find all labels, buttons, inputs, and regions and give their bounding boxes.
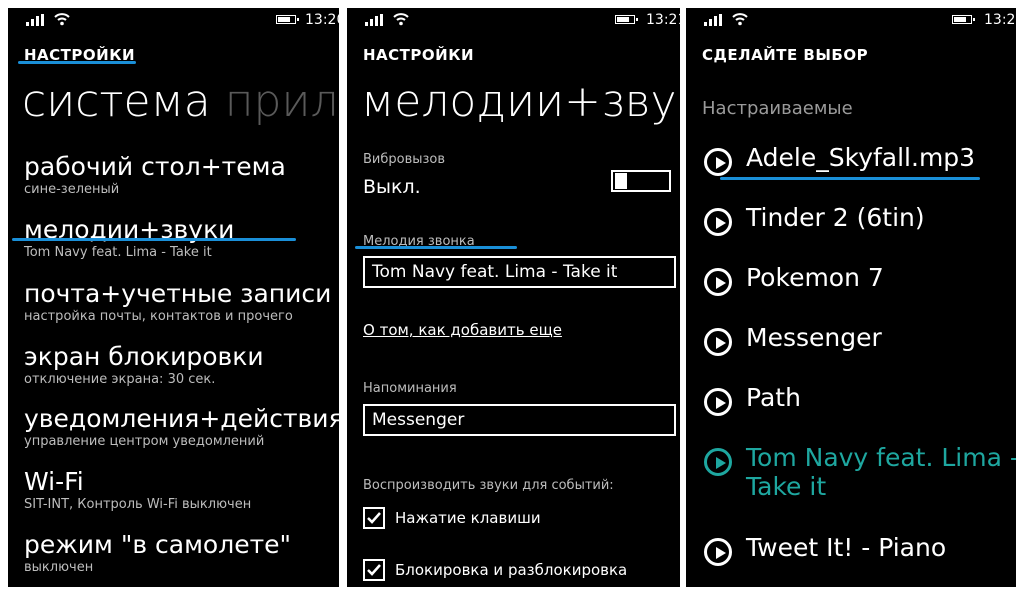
item-subtitle: отключение экрана: 30 сек. (24, 371, 216, 387)
item-subtitle: управление центром уведомлений (24, 433, 265, 449)
settings-system-screen: 13:20 НАСТРОЙКИ система прил рабочий сто… (8, 8, 339, 587)
section-custom: Настраиваемые (702, 98, 853, 119)
status-bar: 13:20 (8, 8, 339, 32)
tone-name: Tinder 2 (6tin) (746, 203, 925, 232)
signal-icon (365, 14, 387, 26)
settings-item-airplane-mode[interactable]: режим "в самолете" выключен (24, 531, 291, 575)
item-subtitle: Tom Navy feat. Lima - Take it (24, 244, 212, 260)
tone-name: Messenger (746, 323, 882, 352)
play-icon[interactable] (704, 208, 732, 236)
play-sounds-label: Воспроизводить звуки для событий: (363, 478, 614, 493)
tone-name-line2: Take it (746, 471, 827, 501)
play-icon[interactable] (704, 328, 732, 356)
settings-item-email-accounts[interactable]: почта+учетные записи настройка почты, ко… (24, 280, 331, 324)
wifi-icon (393, 13, 409, 26)
tone-name: Pokemon 7 (746, 263, 884, 292)
battery-icon (276, 15, 299, 24)
toggle-thumb (615, 173, 627, 189)
highlight-underline (355, 246, 517, 249)
checkmark-icon (367, 564, 381, 576)
item-title: режим "в самолете" (24, 530, 292, 559)
settings-item-lock-screen[interactable]: экран блокировки отключение экрана: 30 с… (24, 343, 264, 387)
pivot-system[interactable]: система (22, 76, 211, 127)
status-bar: 13:21 (686, 8, 1016, 32)
item-title: рабочий стол+тема (24, 152, 286, 181)
choose-ringtone-screen: 13:21 СДЕЛАЙТЕ ВЫБОР Настраиваемые Adele… (686, 8, 1016, 587)
tone-name: Path (746, 383, 801, 412)
item-subtitle: настройка почты, контактов и прочего (24, 308, 293, 324)
clock: 13:20 (305, 12, 339, 28)
item-title: экран блокировки (24, 342, 264, 371)
clock: 13:21 (646, 12, 680, 28)
play-icon[interactable] (704, 268, 732, 296)
wifi-icon (732, 13, 748, 26)
page-header: СДЕЛАЙТЕ ВЫБОР (702, 46, 869, 64)
item-subtitle: сине-зеленый (24, 181, 120, 197)
signal-icon (704, 14, 726, 26)
wifi-icon (54, 13, 70, 26)
status-bar: 13:21 (347, 8, 680, 32)
lock-unlock-label[interactable]: Блокировка и разблокировка (395, 561, 627, 579)
ringtones-sounds-screen: 13:21 НАСТРОЙКИ мелодии+зву Вибровызов В… (347, 8, 680, 587)
item-subtitle: SIT-INT, Контроль Wi-Fi выключен (24, 496, 252, 512)
pivot-apps[interactable]: прил (225, 76, 339, 127)
tone-name: Tom Navy feat. Lima - Take it (746, 443, 1016, 502)
ringtone-select[interactable]: Tom Navy feat. Lima - Take it (363, 256, 676, 288)
highlight-underline (18, 61, 136, 64)
battery-icon (615, 15, 638, 24)
keypress-label[interactable]: Нажатие клавиши (395, 509, 541, 527)
vibration-value: Выкл. (363, 176, 421, 198)
clock: 13:21 (984, 12, 1016, 28)
item-title: Wi-Fi (24, 467, 84, 496)
pivot-title[interactable]: система прил (22, 80, 339, 124)
settings-item-notifications[interactable]: уведомления+действия управление центром … (24, 405, 339, 449)
battery-icon (952, 15, 975, 24)
page-title: мелодии+зву (361, 76, 677, 127)
item-subtitle: выключен (24, 559, 94, 575)
play-icon[interactable] (704, 148, 732, 176)
item-title: почта+учетные записи (24, 279, 332, 308)
play-icon[interactable] (704, 448, 732, 476)
play-icon[interactable] (704, 538, 732, 566)
reminders-select[interactable]: Messenger (363, 404, 676, 436)
play-icon[interactable] (704, 388, 732, 416)
tone-name: Adele_Skyfall.mp3 (746, 143, 976, 172)
vibration-label: Вибровызов (363, 152, 446, 167)
highlight-underline (720, 177, 980, 180)
item-title: уведомления+действия (24, 404, 339, 433)
keypress-checkbox[interactable] (363, 507, 385, 529)
tone-name-line1: Tom Navy feat. Lima - (746, 443, 1016, 472)
vibration-toggle[interactable] (611, 170, 671, 192)
settings-item-wifi[interactable]: Wi-Fi SIT-INT, Контроль Wi-Fi выключен (24, 468, 251, 512)
tone-name: Tweet It! - Piano (746, 533, 947, 562)
settings-item-desktop-theme[interactable]: рабочий стол+тема сине-зеленый (24, 153, 286, 197)
add-more-link[interactable]: О том, как добавить еще (363, 321, 562, 339)
page-header: НАСТРОЙКИ (363, 46, 475, 64)
lock-unlock-checkbox[interactable] (363, 559, 385, 581)
checkmark-icon (367, 512, 381, 524)
highlight-underline (12, 238, 296, 241)
signal-icon (26, 14, 48, 26)
reminders-label: Напоминания (363, 381, 457, 396)
